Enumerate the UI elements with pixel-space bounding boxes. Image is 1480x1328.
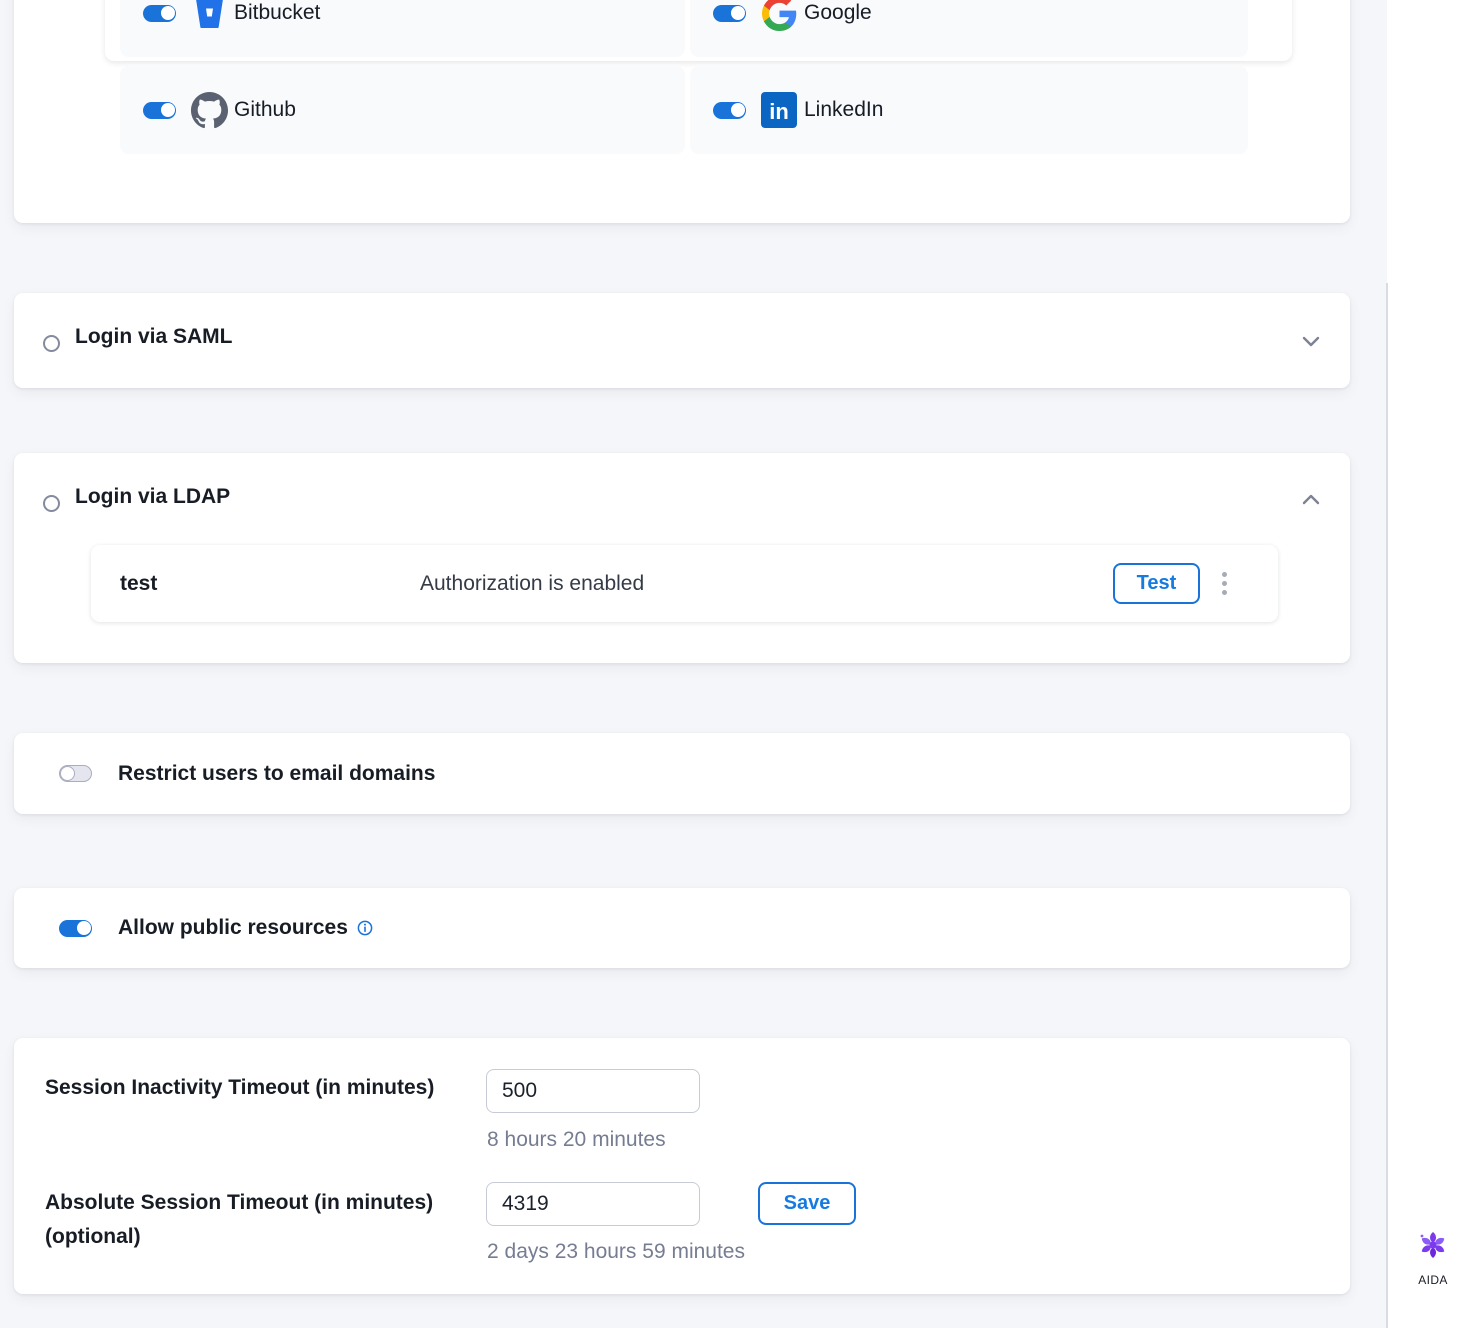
provider-tile-linkedin: in LinkedIn [690, 66, 1248, 154]
public-resources-card: Allow public resources [14, 888, 1350, 968]
test-button[interactable]: Test [1113, 563, 1200, 604]
right-rail [1387, 0, 1480, 1328]
inactivity-timeout-helper: 8 hours 20 minutes [487, 1128, 666, 1152]
absolute-timeout-label: Absolute Session Timeout (in minutes) (o… [45, 1186, 433, 1254]
provider-tile-google: Google [690, 0, 1248, 57]
provider-label: Github [234, 98, 296, 122]
google-toggle[interactable] [713, 5, 746, 22]
restrict-domains-toggle[interactable] [59, 765, 92, 782]
ldap-section-label: Login via LDAP [75, 485, 230, 509]
bitbucket-icon [190, 0, 228, 29]
ldap-section-card: Login via LDAP test Authorization is ena… [14, 453, 1350, 663]
info-icon[interactable] [357, 920, 373, 936]
inactivity-timeout-input[interactable] [486, 1069, 700, 1113]
ldap-entry-row: test Authorization is enabled Test [91, 545, 1278, 622]
save-button[interactable]: Save [758, 1182, 856, 1225]
absolute-timeout-input[interactable] [486, 1182, 700, 1226]
provider-label: Bitbucket [234, 1, 320, 25]
chevron-down-icon[interactable] [1301, 334, 1321, 353]
restrict-domains-label: Restrict users to email domains [118, 762, 435, 786]
saml-section-card: Login via SAML [14, 293, 1350, 388]
aida-widget[interactable]: AIDA [1405, 1228, 1461, 1287]
provider-label: LinkedIn [804, 98, 883, 122]
chevron-up-icon[interactable] [1301, 493, 1321, 512]
aida-label: AIDA [1418, 1273, 1448, 1287]
public-resources-label: Allow public resources [118, 916, 348, 940]
ldap-entry-status: Authorization is enabled [420, 545, 644, 622]
auth-settings-page: Bitbucket Google Github in [0, 0, 1480, 1328]
absolute-timeout-helper: 2 days 23 hours 59 minutes [487, 1240, 745, 1264]
provider-label: Google [804, 1, 872, 25]
ldap-entry-name: test [120, 545, 157, 622]
provider-tile-bitbucket: Bitbucket [120, 0, 685, 57]
svg-text:in: in [769, 99, 789, 124]
github-icon [190, 92, 228, 129]
kebab-menu-icon[interactable] [1211, 545, 1237, 622]
panel-divider [1386, 283, 1388, 1328]
saml-radio[interactable] [43, 335, 60, 352]
linkedin-toggle[interactable] [713, 102, 746, 119]
public-resources-toggle[interactable] [59, 920, 92, 937]
saml-section-label: Login via SAML [75, 325, 233, 349]
bitbucket-toggle[interactable] [143, 5, 176, 22]
aida-logo-icon [1416, 1228, 1450, 1267]
provider-tile-github: Github [120, 66, 685, 154]
ldap-radio[interactable] [43, 495, 60, 512]
inactivity-timeout-label: Session Inactivity Timeout (in minutes) [45, 1076, 434, 1100]
google-icon [760, 0, 798, 31]
restrict-domains-card: Restrict users to email domains [14, 733, 1350, 814]
linkedin-icon: in [760, 92, 798, 128]
github-toggle[interactable] [143, 102, 176, 119]
